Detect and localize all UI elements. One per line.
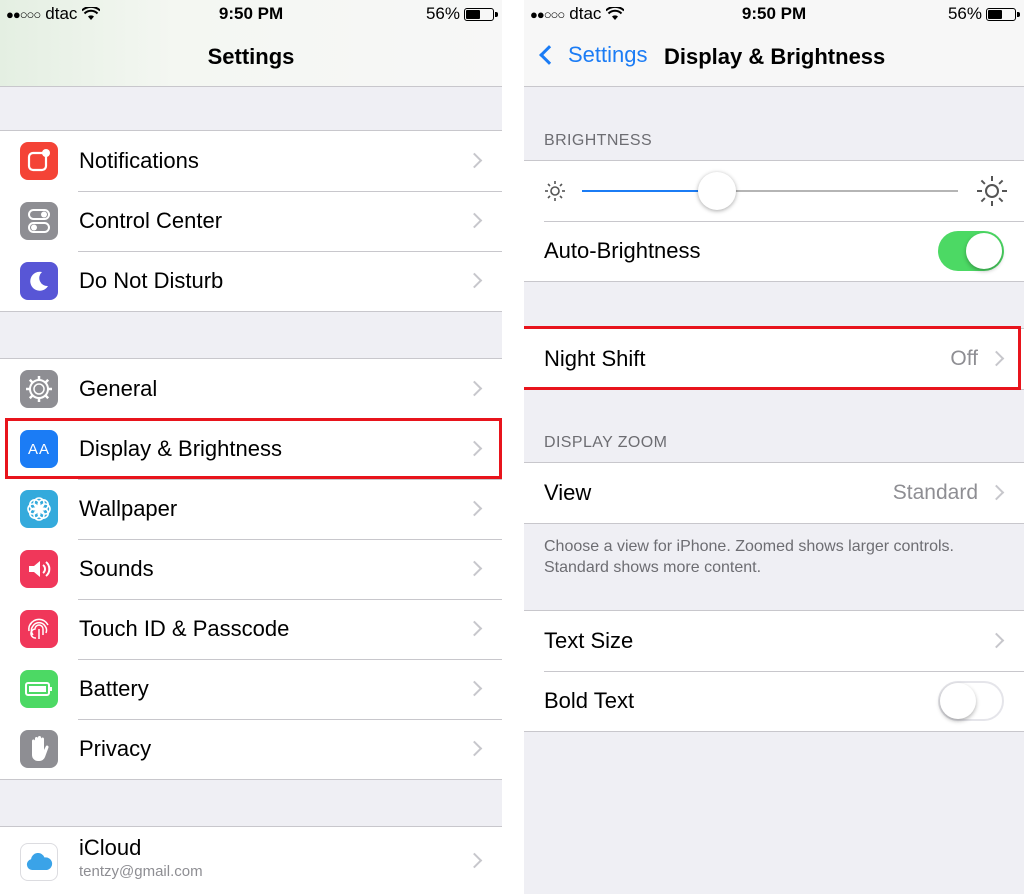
notifications-icon — [20, 142, 58, 180]
fingerprint-icon — [20, 610, 58, 648]
icon-glyph-aa: AA — [27, 440, 50, 458]
settings-screen: ●●○○○ dtac 9:50 PM 56% Settings Notifica… — [0, 0, 502, 894]
settings-group-1: Notifications Control Center Do Not Dist… — [0, 130, 502, 312]
brightness-slider-row — [524, 161, 1024, 221]
settings-row-general[interactable]: General — [0, 359, 502, 419]
moon-icon — [20, 262, 58, 300]
settings-row-touch-id-passcode[interactable]: Touch ID & Passcode — [0, 599, 502, 659]
sun-large-icon — [977, 176, 1007, 206]
control-center-icon — [20, 202, 58, 240]
settings-row-wallpaper[interactable]: Wallpaper — [0, 479, 502, 539]
battery-status-icon — [986, 7, 1020, 21]
brightness-slider[interactable] — [582, 172, 958, 210]
chevron-right-icon — [466, 152, 483, 169]
icloud-title: iCloud — [79, 835, 142, 860]
icloud-account-email: tentzy@gmail.com — [79, 863, 203, 880]
back-button[interactable]: Settings — [534, 42, 648, 68]
chevron-right-icon — [988, 350, 1005, 367]
speaker-icon — [20, 550, 58, 588]
view-value: Standard — [892, 481, 978, 504]
night-shift-value: Off — [950, 347, 978, 370]
display-brightness-screen: ●●○○○ dtac 9:50 PM 56% Settings Display … — [524, 0, 1024, 894]
status-bar: ●●○○○ dtac 9:50 PM 56% — [0, 0, 502, 28]
chevron-right-icon — [466, 560, 483, 577]
brightness-group: Auto-Brightness — [524, 160, 1024, 282]
chevron-left-icon — [539, 45, 559, 65]
settings-group-2: General AA Display & Brightness Wallpape… — [0, 358, 502, 780]
chevron-right-icon — [466, 272, 483, 289]
auto-brightness-row: Auto-Brightness — [524, 221, 1024, 281]
display-zoom-note: Choose a view for iPhone. Zoomed shows l… — [544, 538, 954, 576]
settings-row-sounds[interactable]: Sounds — [0, 539, 502, 599]
battery-icon — [20, 670, 58, 708]
hand-icon — [20, 730, 58, 768]
chevron-right-icon — [466, 212, 483, 229]
chevron-right-icon — [466, 620, 483, 637]
settings-row-display-brightness[interactable]: AA Display & Brightness — [0, 419, 502, 479]
battery-status-icon — [464, 7, 498, 21]
night-shift-row[interactable]: Night Shift Off — [524, 329, 1024, 389]
night-shift-group: Night Shift Off — [524, 328, 1024, 390]
status-bar: ●●○○○ dtac 9:50 PM 56% — [524, 0, 1024, 28]
bold-text-toggle[interactable] — [938, 681, 1004, 721]
settings-row-icloud[interactable]: iCloud tentzy@gmail.com — [0, 827, 502, 894]
gear-icon — [20, 370, 58, 408]
settings-row-control-center[interactable]: Control Center — [0, 191, 502, 251]
section-header-display-zoom: DISPLAY ZOOM — [544, 434, 668, 451]
nav-bar: ●●○○○ dtac 9:50 PM 56% Settings Display … — [524, 0, 1024, 87]
page-title: Settings — [207, 44, 295, 69]
bold-text-row: Bold Text — [524, 671, 1024, 731]
display-brightness-icon: AA — [20, 430, 58, 468]
settings-row-battery[interactable]: Battery — [0, 659, 502, 719]
chevron-right-icon — [466, 740, 483, 757]
display-zoom-group: View Standard — [524, 462, 1024, 524]
settings-row-privacy[interactable]: Privacy — [0, 719, 502, 779]
page-title: Display & Brightness — [664, 44, 886, 69]
auto-brightness-toggle[interactable] — [938, 231, 1004, 271]
text-group: Text Size Bold Text — [524, 610, 1024, 732]
chevron-right-icon — [988, 484, 1005, 501]
chevron-right-icon — [466, 440, 483, 457]
cloud-icon — [20, 843, 58, 881]
settings-row-do-not-disturb[interactable]: Do Not Disturb — [0, 251, 502, 311]
chevron-right-icon — [466, 380, 483, 397]
section-header-brightness: BRIGHTNESS — [544, 132, 653, 149]
view-row[interactable]: View Standard — [524, 463, 1024, 523]
battery-percent: 56% — [947, 4, 982, 23]
chevron-right-icon — [466, 500, 483, 517]
brightness-slider-knob[interactable] — [698, 172, 737, 210]
text-size-row[interactable]: Text Size — [524, 611, 1024, 671]
battery-percent: 56% — [425, 4, 460, 23]
back-label: Settings — [568, 42, 648, 67]
sun-small-icon — [545, 181, 565, 201]
brightness-slider-fill — [582, 190, 718, 192]
settings-group-icloud: iCloud tentzy@gmail.com — [0, 826, 502, 894]
chevron-right-icon — [466, 680, 483, 697]
settings-row-notifications[interactable]: Notifications — [0, 131, 502, 191]
chevron-right-icon — [988, 632, 1005, 649]
chevron-right-icon — [466, 852, 483, 869]
nav-bar: ●●○○○ dtac 9:50 PM 56% Settings — [0, 0, 502, 87]
wallpaper-icon — [20, 490, 58, 528]
